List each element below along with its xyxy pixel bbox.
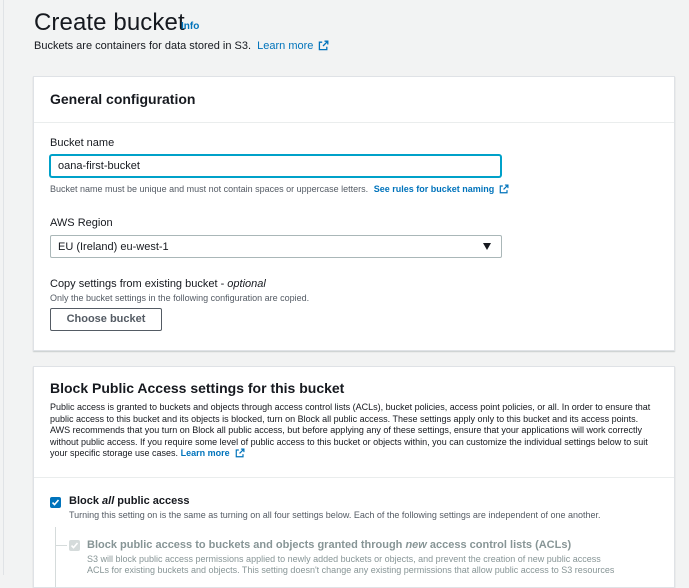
bucket-naming-rules-link[interactable]: See rules for bucket naming: [374, 184, 510, 194]
block-all-label-pre: Block: [69, 495, 103, 507]
copy-settings-optional: optional: [227, 278, 266, 290]
bucket-name-label: Bucket name: [50, 137, 115, 149]
block-public-access-header: Block Public Access settings for this bu…: [34, 367, 674, 478]
block-public-access-description-text: Public access is granted to buckets and …: [50, 402, 651, 458]
subtitle-text: Buckets are containers for data stored i…: [34, 40, 252, 52]
aws-region-select[interactable]: EU (Ireland) eu-west-1: [50, 235, 502, 258]
caret-down-icon: [483, 243, 491, 250]
block-new-acls-label-post: access control lists (ACLs): [426, 539, 572, 551]
page-left-border: [3, 0, 4, 575]
block-all-public-access-description: Turning this setting on is the same as t…: [69, 510, 601, 520]
options-tree-branch: [55, 545, 67, 546]
bucket-name-hint: Bucket name must be unique and must not …: [50, 184, 509, 194]
copy-settings-hint: Only the bucket settings in the followin…: [50, 293, 310, 303]
bucket-name-input[interactable]: oana-first-bucket: [50, 155, 501, 177]
block-new-acls-description-line1: S3 will block public access permissions …: [87, 554, 601, 564]
aws-region-label: AWS Region: [50, 217, 113, 229]
learn-more-label: Learn more: [257, 40, 314, 52]
block-all-label-em: all: [102, 495, 115, 507]
block-public-access-learn-more-label: Learn more: [180, 448, 230, 458]
block-new-acls-label-em: new: [405, 539, 427, 551]
copy-settings-label: Copy settings from existing bucket - opt…: [50, 278, 266, 290]
page-title: Create bucket: [34, 9, 185, 36]
page-subtitle: Buckets are containers for data stored i…: [34, 40, 329, 52]
general-configuration-title: General configuration: [50, 91, 196, 107]
block-all-public-access-checkbox[interactable]: [50, 497, 61, 508]
block-all-label-post: public access: [114, 495, 190, 507]
external-link-icon: [499, 184, 509, 194]
block-new-acls-label-pre: Block public access to buckets and objec…: [87, 539, 406, 551]
general-configuration-panel: General configuration Bucket name oana-f…: [33, 76, 675, 351]
block-all-public-access-label[interactable]: Block all public access: [69, 495, 189, 507]
options-tree-line: [55, 527, 56, 587]
external-link-icon: [319, 40, 329, 51]
external-link-icon: [235, 448, 245, 458]
learn-more-link[interactable]: Learn more: [257, 40, 329, 52]
choose-bucket-button[interactable]: Choose bucket: [50, 308, 162, 331]
block-new-acls-checkbox[interactable]: [69, 540, 80, 551]
bucket-naming-rules-label: See rules for bucket naming: [373, 184, 495, 194]
checkmark-icon: [70, 542, 79, 549]
block-public-access-description: Public access is granted to buckets and …: [50, 402, 658, 460]
block-public-access-panel: Block Public Access settings for this bu…: [33, 366, 675, 588]
aws-region-value: EU (Ireland) eu-west-1: [58, 241, 169, 253]
general-configuration-header: General configuration: [34, 77, 674, 123]
bucket-name-hint-text: Bucket name must be unique and must not …: [50, 184, 369, 194]
block-new-acls-label[interactable]: Block public access to buckets and objec…: [87, 539, 571, 551]
checkmark-icon: [51, 499, 60, 506]
copy-settings-label-text: Copy settings from existing bucket -: [50, 278, 228, 290]
block-public-access-learn-more-link[interactable]: Learn more: [181, 448, 245, 458]
info-link[interactable]: Info: [181, 21, 199, 32]
block-public-access-title: Block Public Access settings for this bu…: [50, 380, 345, 396]
